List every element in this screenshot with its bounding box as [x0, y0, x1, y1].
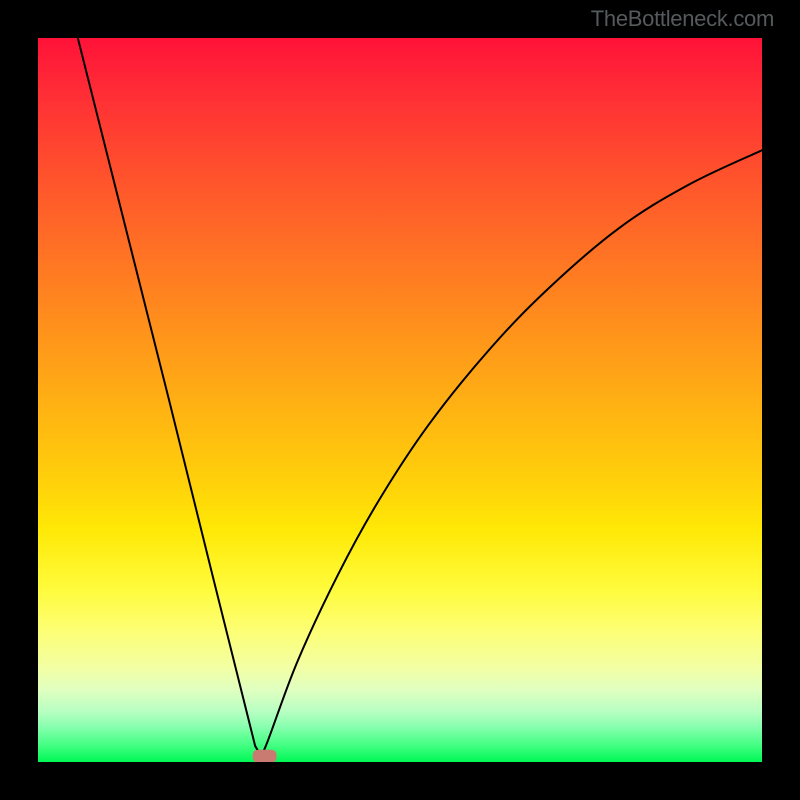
attribution-text: TheBottleneck.com [591, 6, 774, 32]
plot-area [38, 38, 762, 762]
bottleneck-curve [38, 38, 762, 762]
curve-left-branch [78, 38, 260, 753]
chart-frame: TheBottleneck.com [0, 0, 800, 800]
optimal-point-marker [253, 750, 277, 762]
curve-right-branch [260, 150, 762, 755]
